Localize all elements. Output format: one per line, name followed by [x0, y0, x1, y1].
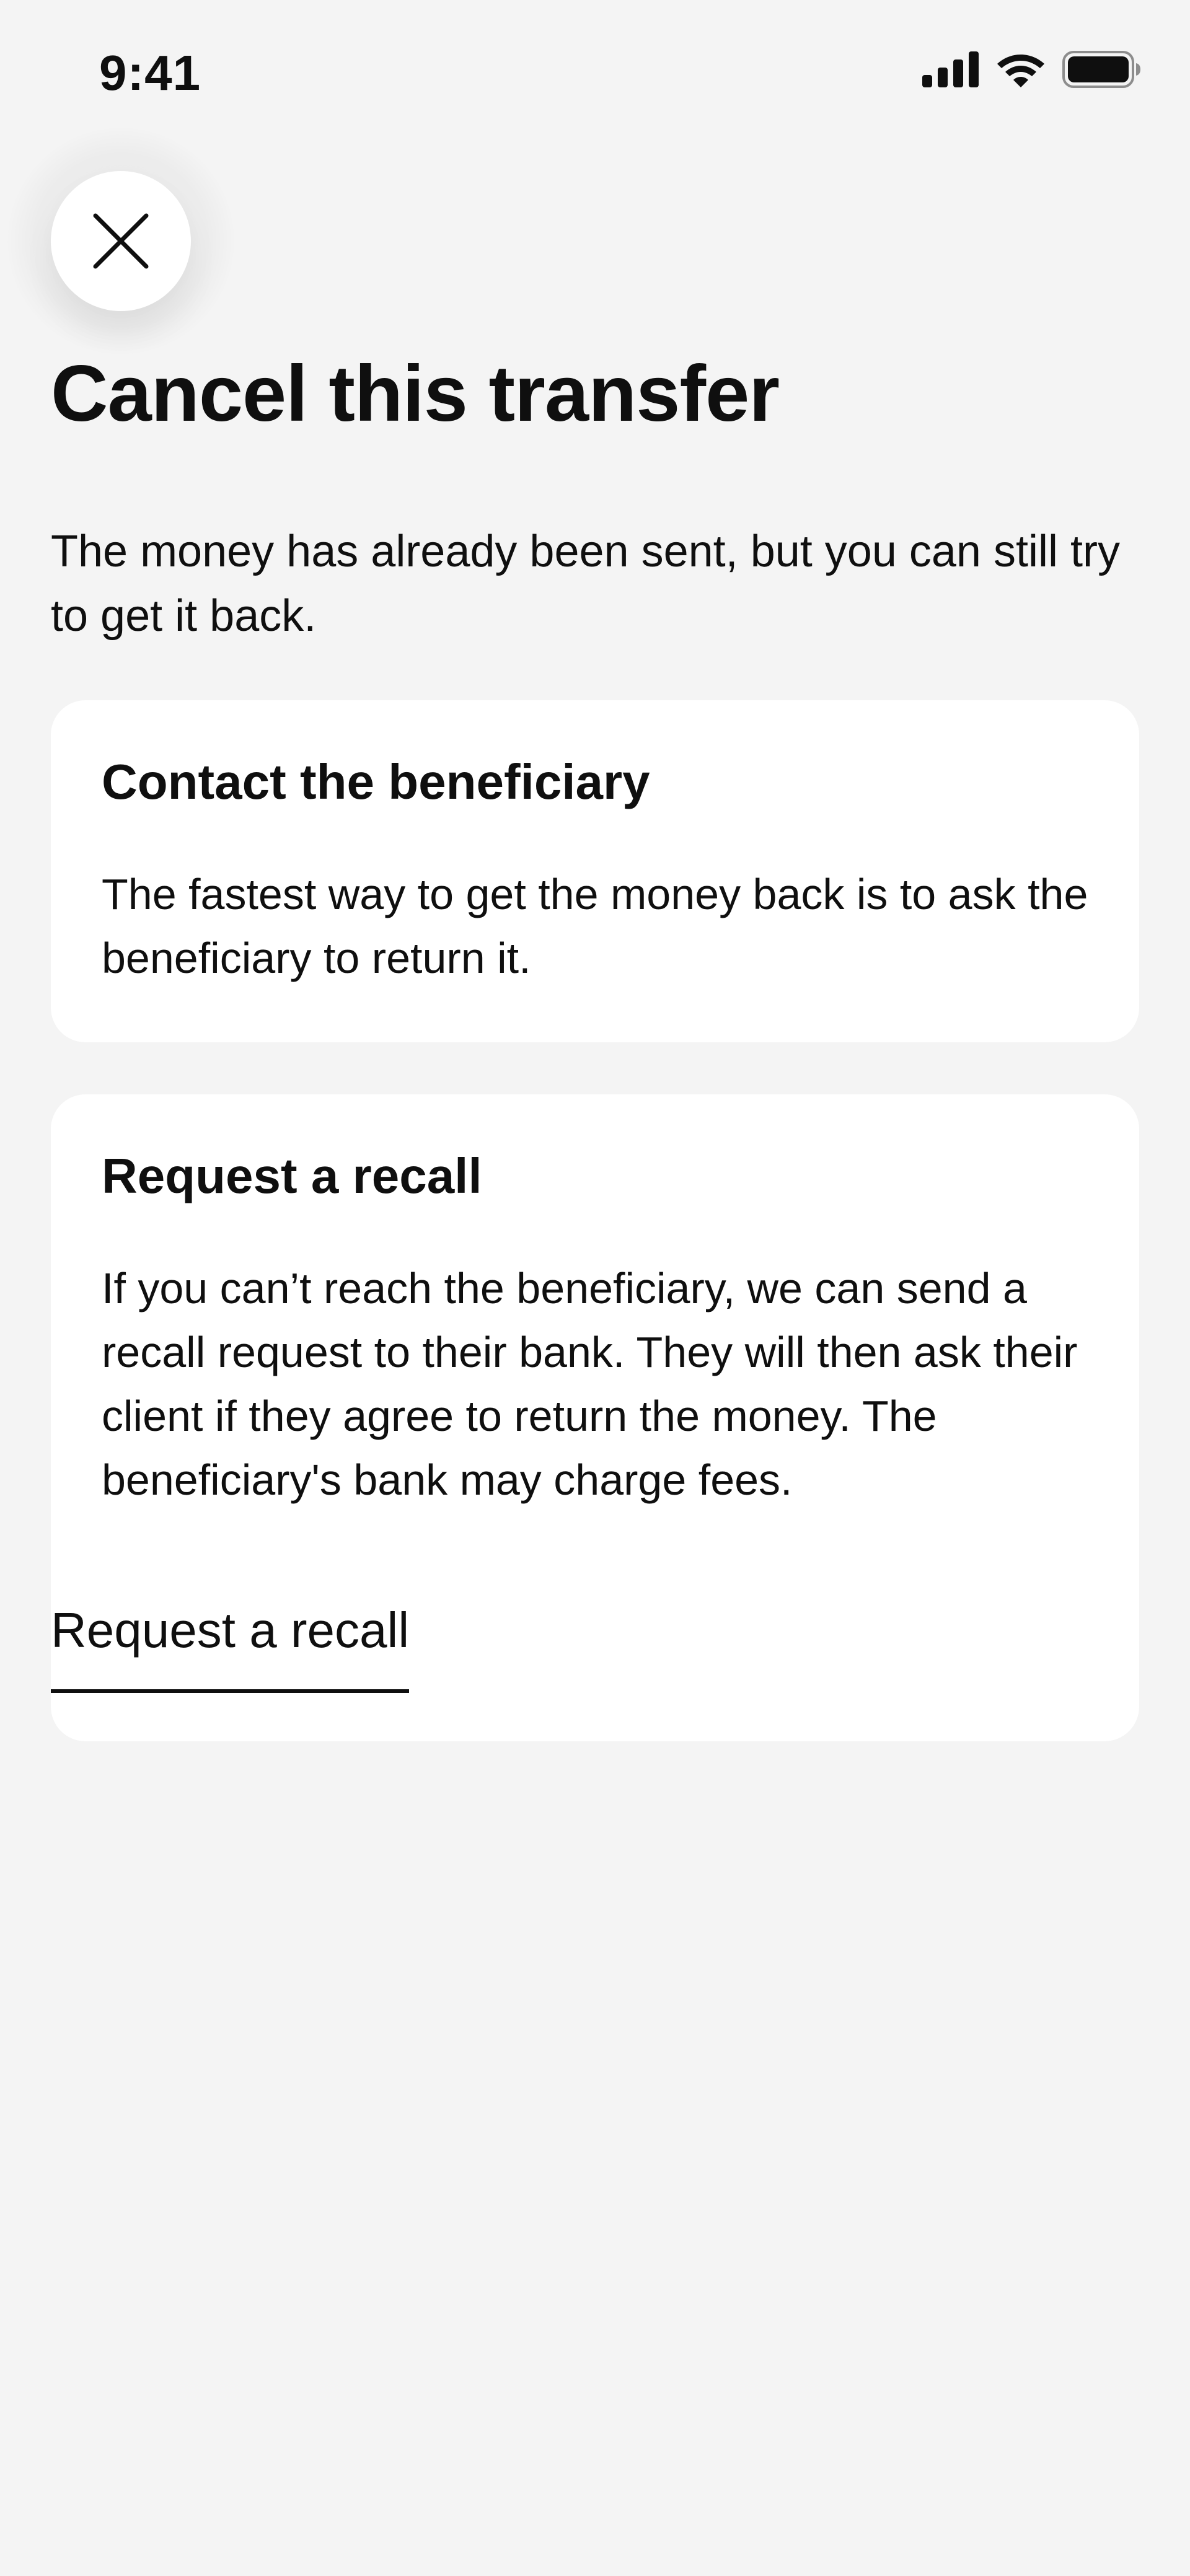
wifi-icon	[997, 55, 1044, 87]
request-recall-link[interactable]: Request a recall	[51, 1596, 410, 1693]
page-title: Cancel this transfer	[51, 349, 780, 438]
status-time: 9:41	[99, 45, 201, 100]
request-recall-card: Request a recall If you can’t reach the …	[51, 1094, 1139, 1741]
status-icons	[922, 51, 1142, 88]
status-bar: 9:41	[0, 0, 1190, 149]
card-text: The fastest way to get the money back is…	[102, 870, 1088, 982]
cellular-signal-icon	[922, 51, 979, 87]
battery-icon	[1062, 51, 1140, 88]
card-title: Contact the beneficiary	[102, 754, 650, 809]
intro-text: The money has already been sent, but you…	[51, 527, 1120, 641]
close-button-wrap	[7, 128, 234, 354]
close-button[interactable]	[51, 171, 191, 311]
close-icon	[93, 213, 149, 269]
card-text: If you can’t reach the beneficiary, we c…	[102, 1264, 1078, 1504]
card-title: Request a recall	[102, 1148, 482, 1203]
contact-beneficiary-card: Contact the beneficiary The fastest way …	[51, 700, 1139, 1042]
